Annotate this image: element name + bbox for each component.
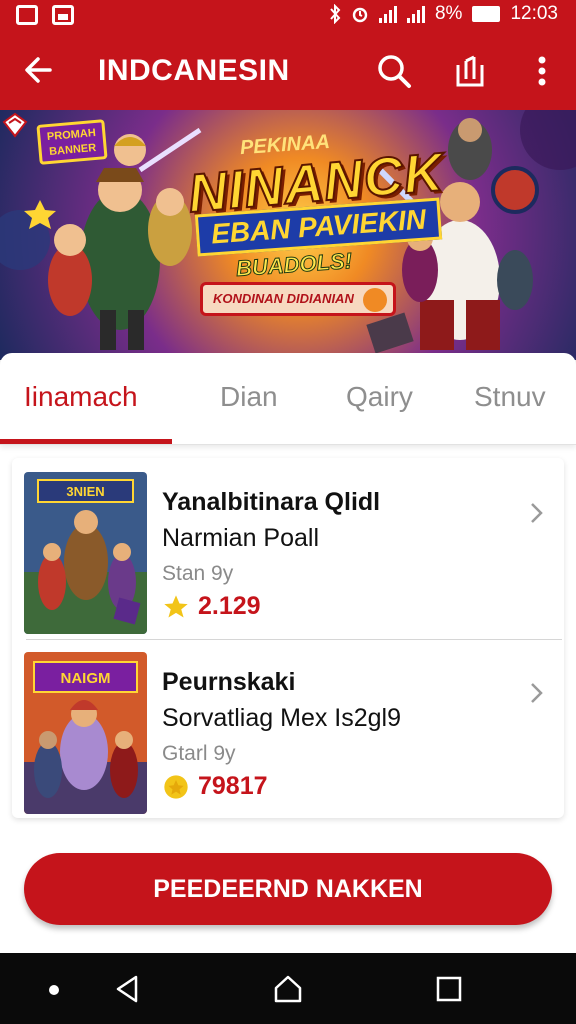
item-title: Peurnskaki [162,668,296,696]
promo-banner[interactable]: PROMAH BANNER PEKINAA NINANCK EBAN PAVIE… [0,110,576,360]
banner-pill-label: KONDINAN DIDIANIAN [213,291,354,306]
tab-2[interactable]: Dian [220,381,278,413]
more-vert-icon[interactable] [522,51,562,91]
tab-4[interactable]: Stnuv [474,381,546,413]
item-subtitle: Sorvatliag Mex Is2gl9 [162,704,402,732]
item-subtitle: Narmian Poall [162,524,320,552]
nav-back-icon[interactable] [112,973,144,1005]
image-notification-icon [52,5,74,25]
tab-3[interactable]: Qairy [346,381,413,413]
clock: 12:03 [510,3,558,24]
item-title: Yanalbitinara Qlidl [162,488,381,516]
status-bar: 8% 12:03 [0,0,576,32]
item-rating: 79817 [162,772,268,801]
signal-icon-2 [406,5,425,23]
game-list: 3NIEN Yanalbitinara Qlidl Narmian Poall … [12,458,564,818]
item-meta: Stan 9y [162,562,234,585]
game-thumbnail: NAIGM [24,652,147,814]
content-sheet: Iinamach Dian Qairy Stnuv 3NIEN Yanalbit… [0,353,576,953]
mail-notification-icon [16,5,38,25]
app-bar: INDCANESIN [0,32,576,110]
system-nav-bar [0,953,576,1024]
battery-icon [472,6,501,22]
nav-home-icon[interactable] [272,973,304,1005]
bluetooth-icon [330,4,341,24]
share-icon[interactable] [450,51,490,91]
chevron-right-icon [531,683,543,703]
thumb-caption: NAIGM [61,670,111,687]
thumb-caption: 3NIEN [66,484,104,499]
favorite-icon[interactable] [0,110,30,140]
banner-cta-pill[interactable]: KONDINAN DIDIANIAN [200,282,396,316]
banner-badge: PROMAH BANNER [36,119,108,165]
game-thumbnail: 3NIEN [24,472,147,634]
chevron-right-icon [531,503,543,523]
rating-value: 2.129 [198,592,261,620]
star-icon [164,594,188,617]
item-rating: 2.129 [162,592,261,621]
primary-cta-button[interactable]: PEEDEERND NAKKEN [24,853,552,925]
assistant-dot-icon[interactable] [49,985,59,995]
rating-value: 79817 [198,772,268,800]
signal-icon [378,5,397,23]
back-arrow-icon[interactable] [20,50,60,90]
battery-percent: 8% [434,3,463,24]
app-title: INDCANESIN [98,54,290,87]
search-icon[interactable] [374,51,414,91]
item-meta: Gtarl 9y [162,742,236,765]
alarm-icon [352,7,368,23]
tab-indicator [0,439,172,444]
arrow-icon [363,288,387,312]
divider [26,639,562,640]
tab-1[interactable]: Iinamach [24,381,138,413]
tab-bar: Iinamach Dian Qairy Stnuv [0,353,576,445]
list-item[interactable]: 3NIEN Yanalbitinara Qlidl Narmian Poall … [12,466,564,636]
nav-recents-icon[interactable] [433,973,465,1005]
badge-star-icon [164,774,188,799]
list-item[interactable]: NAIGM Peurnskaki Sorvatliag Mex Is2gl9 G… [12,646,564,816]
